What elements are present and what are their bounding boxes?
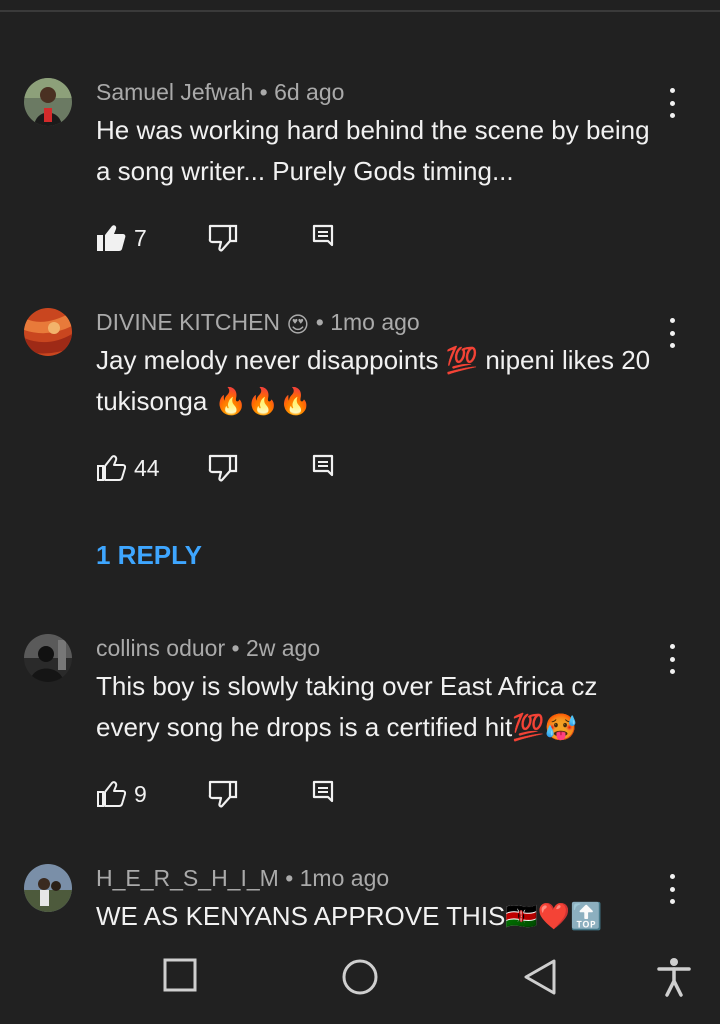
comment-author[interactable]: DIVINE KITCHEN [96, 309, 280, 335]
thumbs-up-icon [97, 225, 126, 251]
more-vertical-icon [669, 644, 675, 649]
thumbs-up-icon [97, 455, 126, 481]
like-count: 9 [134, 780, 147, 807]
comment-text: WE AS KENYANS APPROVE THIS🇰🇪❤️🔝 [96, 901, 603, 931]
accessibility-button[interactable] [656, 957, 692, 1002]
comment-time: • 1mo ago [315, 309, 420, 335]
dislike-button[interactable] [208, 780, 238, 813]
thumbs-down-icon [208, 454, 238, 482]
comment-author[interactable]: H_E_R_S_H_I_M [96, 865, 279, 891]
dislike-button[interactable] [208, 454, 238, 487]
comment-actions: 44 [96, 454, 396, 484]
back-triangle-icon [524, 959, 556, 995]
comment-text: This boy is slowly taking over East Afri… [96, 671, 598, 742]
accessibility-icon [657, 958, 691, 997]
comment-time: • 6d ago [259, 79, 345, 105]
comment-actions: 9 [96, 780, 396, 810]
reply-icon [312, 224, 334, 247]
reply-button[interactable] [312, 454, 336, 485]
thumbs-up-icon [97, 781, 126, 807]
more-vertical-icon [669, 874, 675, 879]
comment-meta: H_E_R_S_H_I_M • 1mo ago [96, 864, 389, 892]
avatar[interactable] [24, 78, 72, 126]
avatar[interactable] [24, 308, 72, 356]
more-options-button[interactable] [660, 644, 684, 674]
avatar[interactable] [24, 634, 72, 682]
view-replies-link[interactable]: 1 REPLY [96, 540, 202, 571]
more-options-button[interactable] [660, 318, 684, 348]
like-count: 44 [134, 454, 160, 481]
thumbs-down-icon [208, 780, 238, 808]
circle-icon [342, 959, 378, 995]
reply-button[interactable] [312, 780, 336, 811]
top-divider [0, 0, 720, 12]
like-button[interactable]: 44 [96, 454, 160, 482]
comment-text: He was working hard behind the scene by … [96, 115, 650, 186]
like-button[interactable]: 9 [96, 780, 147, 808]
home-button[interactable] [340, 957, 380, 1002]
comment-time: • 1mo ago [285, 865, 390, 891]
more-vertical-icon [669, 318, 675, 323]
more-vertical-icon [669, 88, 675, 93]
author-emoji: 😍 [286, 312, 310, 337]
like-count: 7 [134, 224, 147, 251]
reply-icon [312, 780, 334, 803]
reply-icon [312, 454, 334, 477]
comment-meta: Samuel Jefwah • 6d ago [96, 78, 344, 106]
dislike-button[interactable] [208, 224, 238, 257]
comment-author[interactable]: collins oduor [96, 635, 225, 661]
like-button[interactable]: 7 [96, 224, 147, 252]
comment-text: Jay melody never disappoints 💯 nipeni li… [96, 345, 651, 416]
avatar[interactable] [24, 864, 72, 912]
comment-meta: collins oduor • 2w ago [96, 634, 320, 662]
system-navigation-bar [0, 935, 720, 1024]
comment-meta: DIVINE KITCHEN 😍 • 1mo ago [96, 308, 420, 339]
back-button[interactable] [522, 957, 558, 1002]
comment-author[interactable]: Samuel Jefwah [96, 79, 253, 105]
comment-time: • 2w ago [231, 635, 321, 661]
more-options-button[interactable] [660, 874, 684, 904]
square-icon [163, 958, 197, 992]
thumbs-down-icon [208, 224, 238, 252]
more-options-button[interactable] [660, 88, 684, 118]
recents-button[interactable] [162, 957, 198, 998]
comment-actions: 7 [96, 224, 396, 254]
reply-button[interactable] [312, 224, 336, 255]
